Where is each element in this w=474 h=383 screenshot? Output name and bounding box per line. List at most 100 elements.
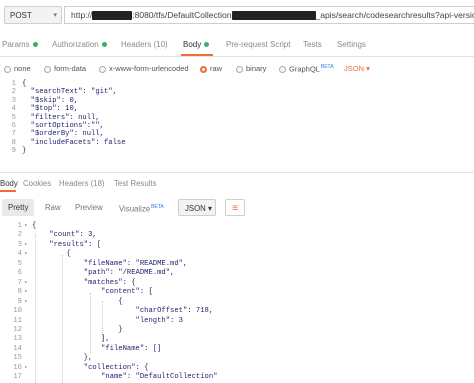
fold-arrow-icon[interactable]: ▾	[24, 364, 28, 371]
status-dot	[204, 42, 210, 48]
tab-label: Test Results	[114, 179, 157, 188]
request-bar: POST ▾ http:// :8080/tfs/DefaultCollectio…	[0, 0, 474, 30]
line-number: 8	[11, 138, 16, 147]
line-number: 3	[17, 240, 22, 249]
line-number: 6	[11, 122, 16, 130]
code-line: "fileName": []	[32, 344, 162, 353]
raw-button[interactable]: Raw	[39, 199, 67, 216]
line-number: 4	[11, 105, 16, 114]
beta-badge: BETA	[151, 204, 164, 210]
fold-arrow-icon[interactable]: ▾	[24, 222, 28, 229]
radio-circle-icon	[236, 65, 243, 73]
url-api-path: _apis/search/codesearchresults?api-versi…	[315, 10, 474, 20]
line-number: 12	[13, 325, 22, 334]
tab-body[interactable]: Body	[183, 40, 210, 49]
tab-label: Tests	[303, 40, 322, 49]
radio-selected-icon	[200, 65, 207, 73]
tab-authorization[interactable]: Authorization	[52, 40, 107, 49]
tab-response-headers[interactable]: Headers (18)	[59, 179, 105, 188]
code-line: "$top": 10,	[22, 105, 79, 114]
button-label: Pretty	[8, 203, 29, 212]
response-toolbar: Pretty Raw Preview VisualizeBETA JSON ▾ …	[0, 199, 474, 219]
code-line: },	[32, 354, 93, 363]
radio-raw[interactable]: raw	[200, 64, 222, 73]
code-line: "matches": {	[32, 278, 136, 287]
body-format-dropdown[interactable]: JSON ▾	[344, 64, 370, 73]
tab-label: Body	[183, 40, 202, 49]
button-label: Preview	[75, 203, 103, 212]
chevron-down-icon: ▾	[366, 64, 370, 73]
method-select[interactable]: POST ▾	[4, 6, 62, 24]
button-label: Visualize	[119, 204, 151, 214]
url-input[interactable]: http:// :8080/tfs/DefaultCollection _apis/…	[64, 6, 474, 24]
line-number: 16	[13, 363, 22, 372]
active-tab-indicator	[0, 190, 16, 192]
code-line: {	[32, 222, 37, 230]
tab-pre-request-script[interactable]: Pre-request Script	[226, 40, 290, 49]
tab-label: Params	[2, 40, 30, 49]
tab-response-body[interactable]: Body	[0, 179, 18, 188]
tab-params[interactable]: Params	[2, 40, 38, 49]
radio-circle-icon	[279, 66, 286, 74]
chevron-down-icon: ▾	[207, 204, 212, 213]
tab-label: Headers (10)	[121, 40, 168, 49]
radio-none[interactable]: none	[4, 64, 31, 73]
status-dot	[101, 42, 107, 48]
tab-label: Settings	[337, 40, 366, 49]
line-number: 17	[13, 373, 22, 382]
radio-label: x-www-form-urlencoded	[109, 64, 189, 73]
line-number: 5	[17, 259, 22, 268]
active-tab-indicator	[181, 54, 213, 56]
radio-urlencoded[interactable]: x-www-form-urlencoded	[99, 64, 189, 73]
code-line: {	[22, 80, 27, 88]
code-line: "$skip": 0,	[22, 96, 79, 105]
tab-label: Cookies	[23, 179, 52, 188]
tab-test-results[interactable]: Test Results	[114, 179, 156, 188]
code-line: }	[32, 325, 123, 334]
radio-label: GraphQL	[289, 64, 320, 74]
request-body-editor[interactable]: 1 {2 "searchText": "git", 3 "$skip": 0, 4 "…	[0, 80, 474, 168]
line-number: 1	[11, 80, 16, 88]
wrap-lines-icon[interactable]: ≡	[225, 199, 245, 216]
fold-arrow-icon[interactable]: ▾	[24, 279, 28, 286]
code-line: "path": "/README.md",	[32, 269, 175, 278]
radio-label: none	[14, 64, 31, 73]
radio-binary[interactable]: binary	[236, 64, 266, 73]
radio-label: raw	[210, 64, 223, 73]
tab-headers[interactable]: Headers (10)	[121, 40, 168, 49]
code-line: {	[32, 297, 123, 306]
code-line: ],	[32, 335, 110, 344]
line-number: 9	[11, 147, 16, 156]
url-host-path: :8080/tfs/DefaultCollection	[132, 10, 232, 20]
code-line: "includeFacets": false	[22, 138, 126, 147]
response-format-select[interactable]: JSON ▾	[178, 199, 216, 216]
url-scheme: http://	[71, 10, 93, 20]
fold-arrow-icon[interactable]: ▾	[24, 298, 28, 305]
radio-circle-icon	[99, 65, 106, 73]
line-number: 9	[17, 297, 22, 306]
pretty-button[interactable]: Pretty	[2, 199, 35, 216]
code-line: "fileName": "README.md",	[32, 259, 188, 268]
radio-graphql[interactable]: GraphQLBETA	[279, 64, 334, 74]
body-type-selector: none form-data x-www-form-urlencoded raw…	[0, 60, 474, 78]
fold-arrow-icon[interactable]: ▾	[24, 241, 28, 248]
visualize-button[interactable]: VisualizeBETA	[113, 199, 170, 216]
line-number: 7	[11, 130, 16, 139]
radio-form-data[interactable]: form-data	[44, 64, 86, 73]
fold-arrow-icon[interactable]: ▾	[24, 250, 28, 257]
radio-label: binary	[246, 64, 267, 73]
code-line: "filters": null,	[22, 113, 100, 122]
tab-tests[interactable]: Tests	[303, 40, 322, 49]
preview-button[interactable]: Preview	[69, 199, 109, 216]
line-number: 2	[17, 231, 22, 240]
response-body-viewer[interactable]: 1 ▾{2 "count": 3, 3 ▾ "results": [4 ▾ {5 "fi…	[0, 222, 474, 383]
code-line: "sortOptions":"",	[22, 122, 104, 130]
button-label: Raw	[45, 203, 61, 212]
beta-badge: BETA	[320, 64, 334, 70]
fold-arrow-icon[interactable]: ▾	[24, 288, 28, 295]
line-number: 11	[13, 316, 22, 325]
tab-cookies[interactable]: Cookies	[23, 179, 51, 188]
code-line: "searchText": "git",	[22, 88, 117, 97]
line-number: 2	[11, 88, 16, 97]
tab-settings[interactable]: Settings	[337, 40, 366, 49]
